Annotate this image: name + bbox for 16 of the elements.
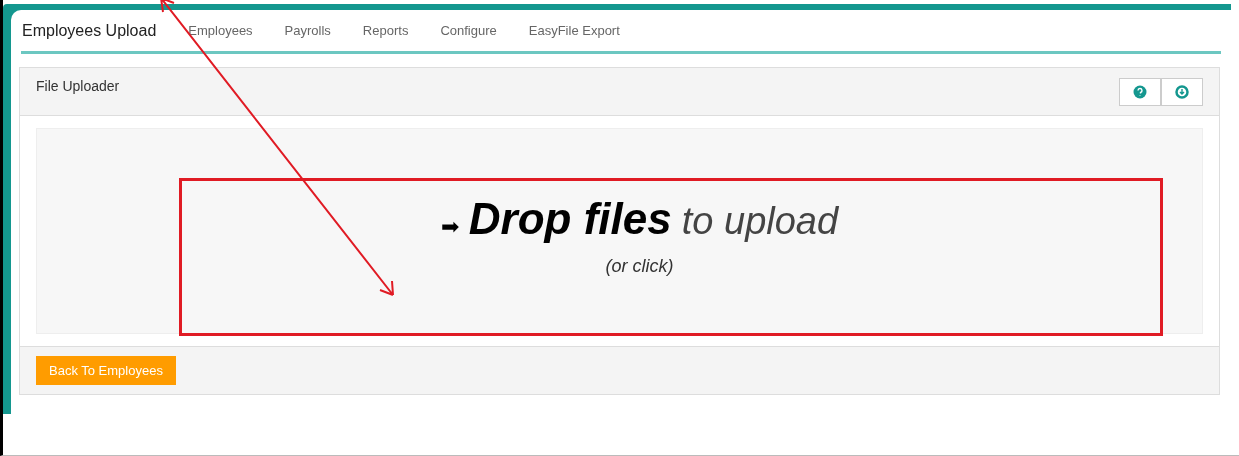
- nav-tab[interactable]: EasyFile Export: [512, 20, 636, 41]
- download-icon: [1175, 85, 1189, 99]
- download-button[interactable]: [1161, 78, 1203, 106]
- nav-tab[interactable]: Payrolls: [268, 20, 347, 41]
- dropzone[interactable]: ➡ Drop files to upload (or click): [36, 128, 1203, 334]
- nav-tab[interactable]: Employees: [172, 20, 269, 41]
- nav-tab[interactable]: Employees Upload: [21, 18, 173, 43]
- panel-title: File Uploader: [36, 77, 120, 96]
- nav-tab[interactable]: Configure: [424, 20, 513, 41]
- drop-heading: Drop files: [468, 196, 672, 241]
- drop-subheading: to upload: [681, 201, 839, 240]
- help-icon: [1133, 85, 1147, 99]
- arrow-icon: ➡: [440, 209, 459, 243]
- drop-hint: (or click): [605, 254, 674, 278]
- nav-tab[interactable]: Reports: [346, 20, 425, 41]
- help-button[interactable]: [1119, 78, 1161, 106]
